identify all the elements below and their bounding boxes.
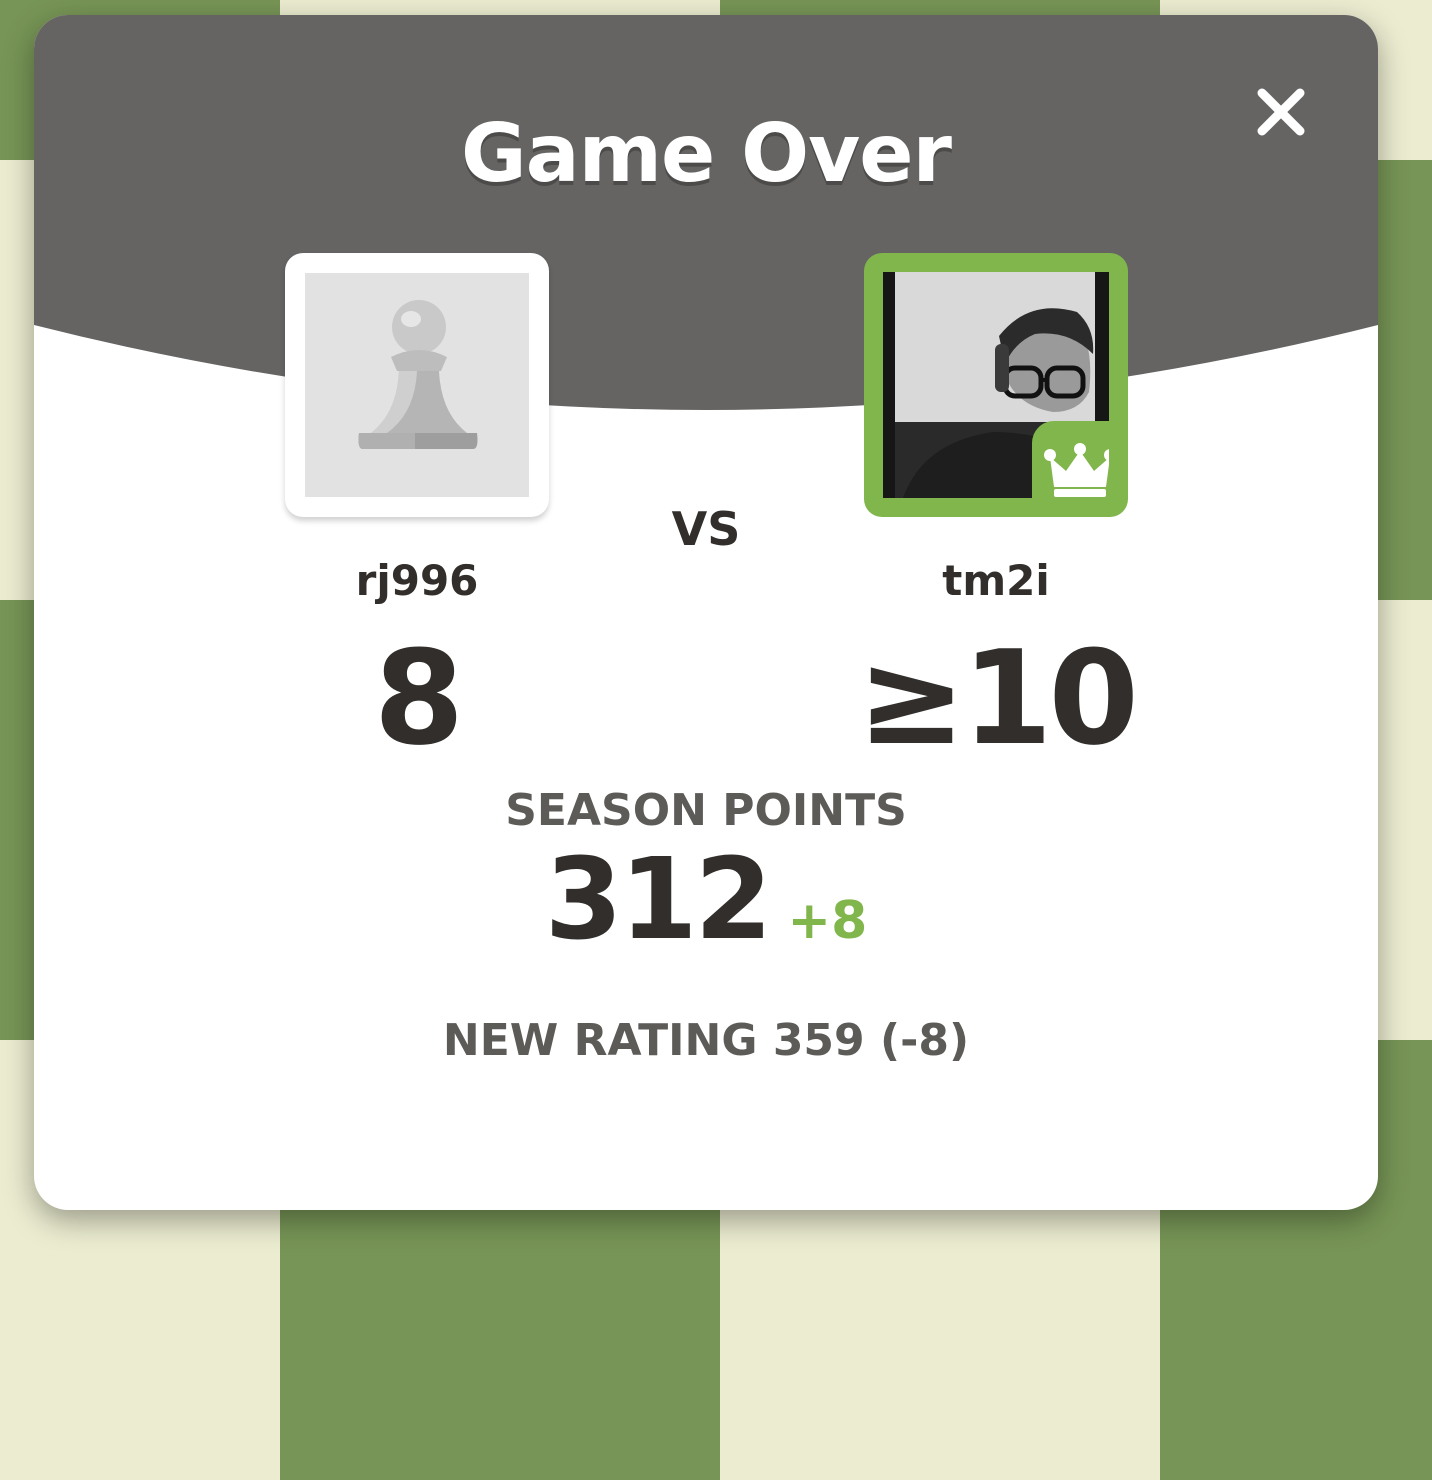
player-avatar-right[interactable] xyxy=(864,253,1128,517)
close-icon xyxy=(1257,88,1305,136)
new-rating-text: NEW RATING 359 (-8) xyxy=(442,1015,970,1066)
player-avatar-left[interactable] xyxy=(285,253,549,517)
modal-title: Game Over xyxy=(461,107,952,200)
player-name-left[interactable]: rj996 xyxy=(267,556,567,605)
season-points-label: SEASON POINTS xyxy=(505,785,907,836)
player-score-left: 8 xyxy=(373,622,464,774)
season-points-value: 312 xyxy=(544,835,773,965)
pawn-icon xyxy=(358,300,478,449)
player-name-right[interactable]: tm2i xyxy=(846,556,1146,605)
close-button[interactable] xyxy=(1246,77,1316,147)
season-points-row: 312 +8 xyxy=(34,835,1378,965)
player-score-right: ≥10 xyxy=(857,622,1139,774)
crown-badge xyxy=(1032,421,1109,498)
game-over-modal: Game Over VS rj996 tm2i 8 ≥10 SEASON POI… xyxy=(34,15,1378,1210)
crown-icon xyxy=(1044,443,1109,497)
vs-label: VS xyxy=(671,502,741,556)
season-points-delta: +8 xyxy=(787,891,868,951)
modal-header xyxy=(34,15,1378,410)
